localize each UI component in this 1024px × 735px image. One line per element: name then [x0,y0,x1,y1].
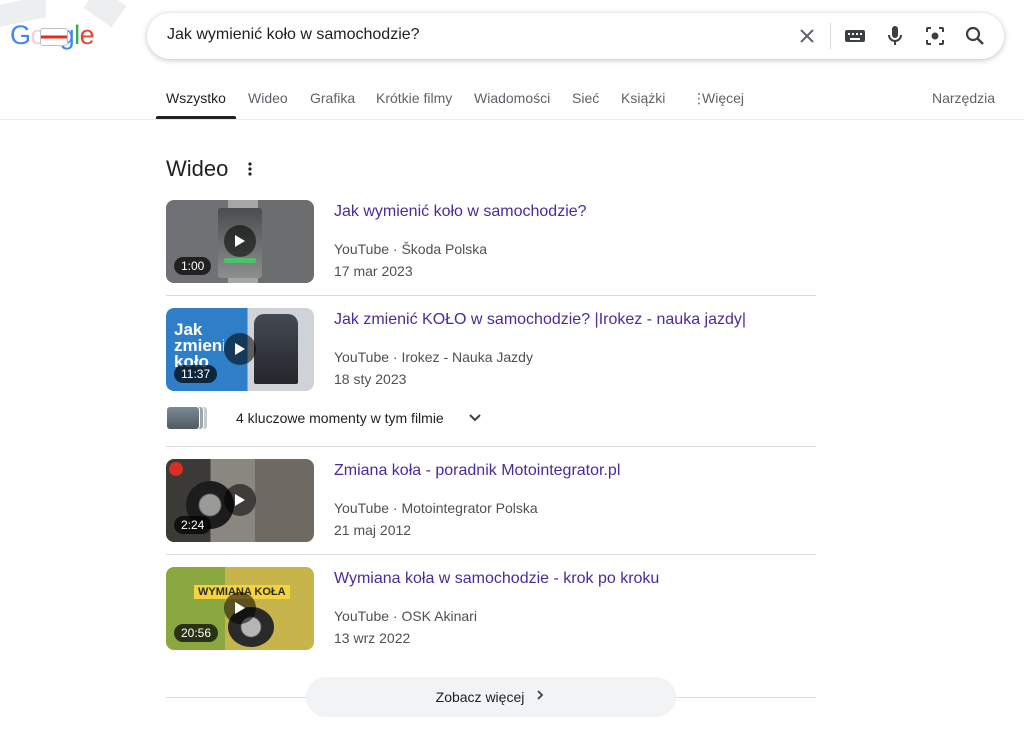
result-divider [166,446,816,447]
video-title-link[interactable]: Jak zmienić KOŁO w samochodzie? |Irokez … [334,311,746,329]
tab-more[interactable]: ⋮Więcej [692,90,744,107]
search-input[interactable]: Jak wymienić koło w samochodzie? [167,26,420,44]
video-date: 21 maj 2012 [334,522,412,538]
key-moments-thumbnails [166,406,208,430]
microphone-icon[interactable] [883,24,907,48]
video-duration: 20:56 [174,624,219,642]
video-thumbnail[interactable]: WYMIANA KOŁA 20:56 [166,567,314,650]
google-logo[interactable]: Google [0,0,130,70]
video-thumbnail[interactable]: 2:24 [166,459,314,542]
section-title: Wideo [166,156,229,181]
video-source: YouTube · OSK Akinari [334,608,477,624]
search-divider [830,23,831,49]
active-tab-indicator [156,116,236,119]
tab-books[interactable]: Książki [621,90,665,106]
see-more-button[interactable]: Zobacz więcej [306,677,676,717]
chevron-right-icon [534,688,546,706]
result-divider [166,295,816,296]
thumbnail-image [254,314,298,384]
search-tabs: Wszystko Wideo Grafika Krótkie filmy Wia… [0,78,1024,120]
more-vert-icon: ⋮ [692,90,706,106]
tab-video[interactable]: Wideo [248,90,288,106]
more-vert-icon[interactable] [242,158,258,180]
video-title-link[interactable]: Wymiana koła w samochodzie - krok po kro… [334,570,659,588]
tools-button[interactable]: Narzędzia [932,90,995,106]
key-moments-toggle[interactable]: 4 kluczowe momenty w tym filmie [166,405,496,431]
video-duration: 1:00 [174,257,212,275]
thumbnail-bar [224,258,256,263]
camera-lens-icon[interactable] [923,24,947,48]
tab-all[interactable]: Wszystko [166,90,226,106]
chevron-down-icon [466,409,484,427]
key-moment-card [166,406,200,430]
tab-images[interactable]: Grafika [310,90,355,106]
video-date: 17 mar 2023 [334,263,413,279]
search-box[interactable]: Jak wymienić koło w samochodzie? [147,13,1004,59]
result-divider [166,554,816,555]
play-icon [224,484,256,516]
doodle-flag [40,28,68,46]
tab-more-label: Więcej [702,90,745,106]
video-thumbnail[interactable]: 1:00 [166,200,314,283]
video-date: 18 sty 2023 [334,371,407,387]
search-icon[interactable] [963,24,987,48]
keyboard-icon[interactable] [843,24,867,48]
video-duration: 2:24 [174,516,212,534]
tab-news[interactable]: Wiadomości [474,90,550,106]
video-date: 13 wrz 2022 [334,630,411,646]
see-more-label: Zobacz więcej [435,689,525,705]
video-source: YouTube · Motointegrator Polska [334,500,538,516]
video-thumbnail[interactable]: Jak zmienić koło 11:37 [166,308,314,391]
tab-web[interactable]: Sieć [572,90,599,106]
video-source: YouTube · Irokez - Nauka Jazdy [334,349,533,365]
close-icon[interactable] [795,24,819,48]
video-source: YouTube · Škoda Polska [334,241,488,257]
video-duration: 11:37 [174,365,218,383]
play-icon [224,592,256,624]
play-icon [224,333,256,365]
play-icon [224,225,256,257]
video-title-link[interactable]: Zmiana koła - poradnik Motointegrator.pl [334,462,620,480]
thumbnail-badge [169,462,183,476]
video-title-link[interactable]: Jak wymienić koło w samochodzie? [334,203,587,221]
key-moments-label: 4 kluczowe momenty w tym filmie [236,410,444,426]
tab-short-videos[interactable]: Krótkie filmy [376,90,452,106]
